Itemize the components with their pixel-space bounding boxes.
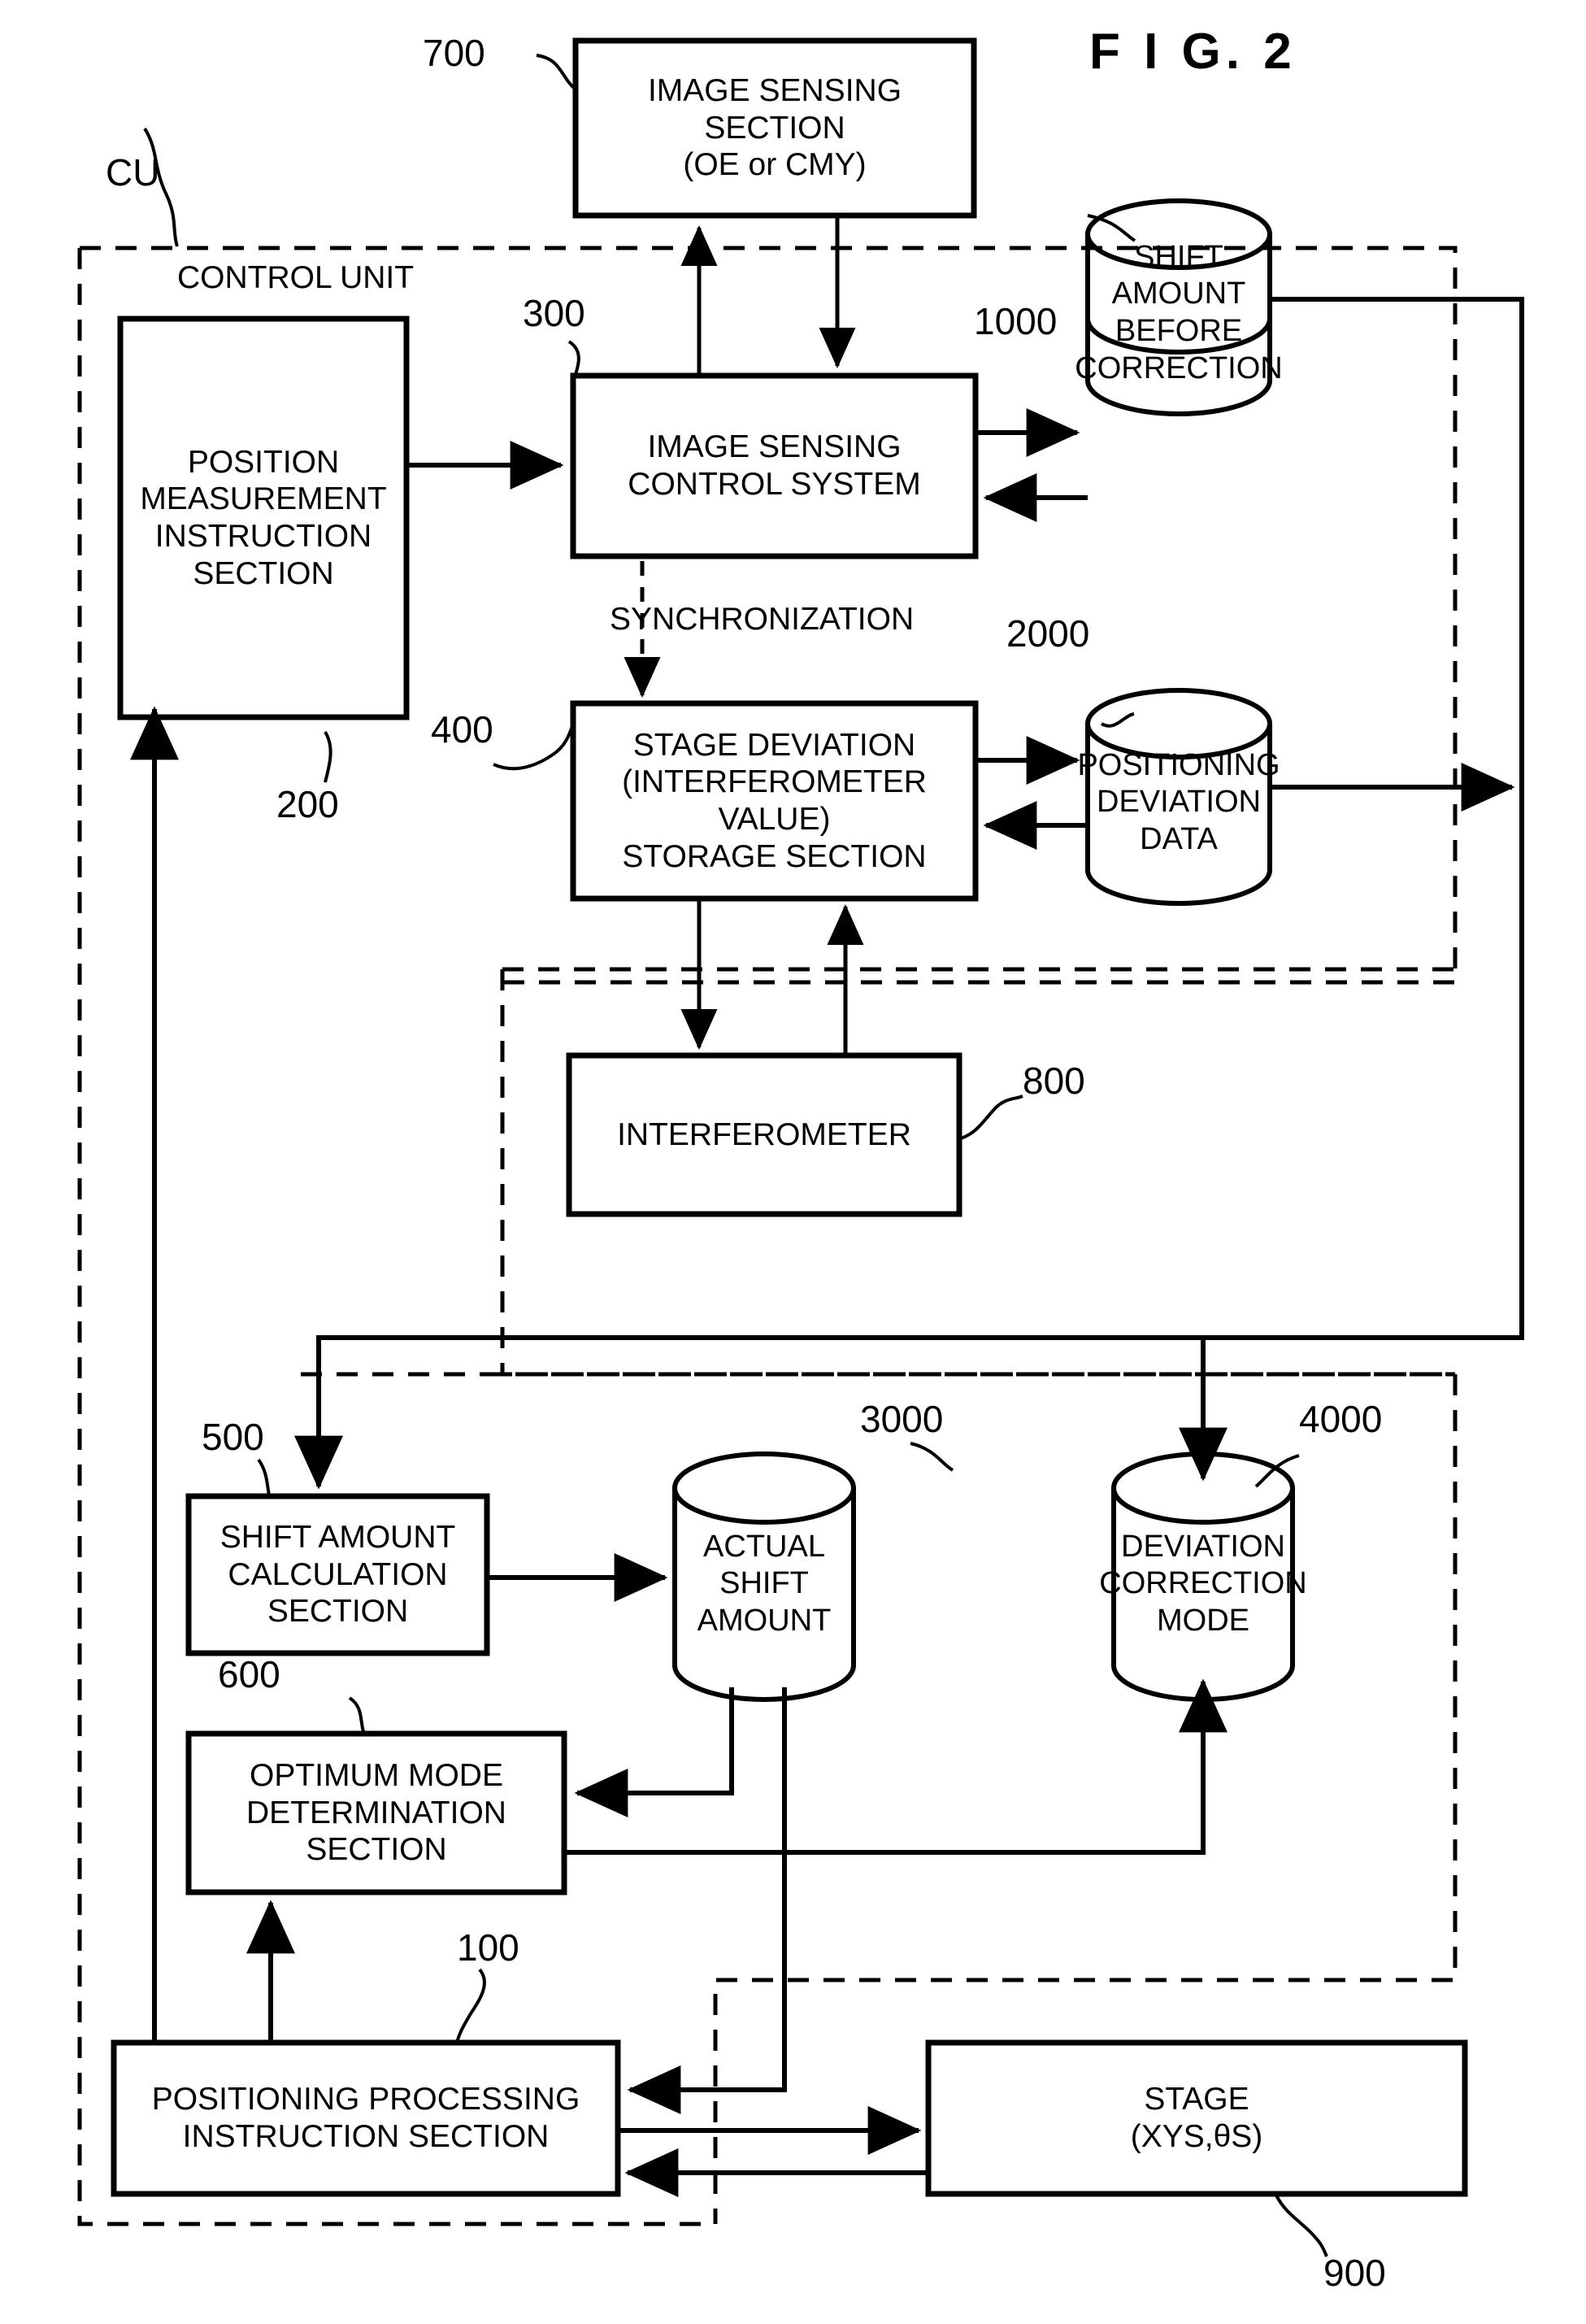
leader-400: [493, 723, 575, 771]
leader-800: [960, 1095, 1023, 1140]
box-image-sensing-section: [572, 37, 977, 219]
ref-800: 800: [1023, 1060, 1085, 1102]
leader-900: [1275, 2195, 1328, 2257]
leader-200: [324, 730, 332, 783]
ref-600: 600: [218, 1653, 280, 1695]
ref-500: 500: [202, 1416, 264, 1458]
ref-4000: 4000: [1299, 1398, 1383, 1440]
ref-1000: 1000: [974, 300, 1058, 342]
arrow-3000-to-omds: [574, 1687, 734, 1817]
leader-2000: [1100, 712, 1135, 728]
lower-dashed-right: [713, 1374, 1458, 2224]
box-stage-deviation-storage: [570, 700, 979, 902]
ref-900: 900: [1323, 2252, 1386, 2294]
cylinder-positioning-deviation-data: [1085, 688, 1272, 906]
ref-3000: 3000: [860, 1398, 944, 1440]
ref-200: 200: [276, 783, 339, 825]
leader-600: [348, 1696, 366, 1734]
box-interferometer: [566, 1052, 962, 1217]
diagram-canvas: [77, 37, 1524, 2257]
cylinder-1000-body: [1085, 234, 1272, 416]
box-optimum-mode-determination: [185, 1730, 567, 1895]
ref-400: 400: [431, 708, 493, 751]
box-positioning-processing-instruction: [111, 2039, 621, 2197]
arrow-omds-to-4000: [564, 1678, 1228, 1855]
box-image-sensing-control-system: [570, 372, 979, 559]
leader-3000: [910, 1442, 954, 1472]
leader-500: [257, 1458, 272, 1499]
ref-300: 300: [523, 292, 585, 334]
ref-700: 700: [423, 32, 485, 74]
patent-figure: F I G. 2 CU CONTROL UNIT SYNCHRONIZATION…: [0, 0, 1586, 2324]
leader-100: [455, 1968, 486, 2043]
control-unit-dashed-boundary-left: [77, 248, 715, 2226]
figure-title: F I G. 2: [1089, 24, 1297, 80]
ref-2000: 2000: [1006, 612, 1090, 655]
box-stage: [925, 2039, 1468, 2197]
inner-dashed-left-bottom: [500, 969, 1455, 1377]
control-unit-label: CONTROL UNIT: [177, 260, 415, 295]
box-position-measurement: [117, 316, 410, 720]
ref-100: 100: [457, 1926, 519, 1969]
box-shift-amount-calculation: [185, 1493, 490, 1656]
synchronization-label: SYNCHRONIZATION: [610, 602, 915, 637]
arrow-3000-to-ppis: [627, 1687, 787, 2114]
cylinder-actual-shift-amount: [672, 1451, 856, 1702]
leader-700: [536, 54, 577, 91]
bus-1000-to-shift-amount-calculation: [294, 297, 1524, 1490]
cylinder-deviation-correction-mode: [1111, 1451, 1295, 1702]
cu-tag: CU: [106, 151, 160, 194]
